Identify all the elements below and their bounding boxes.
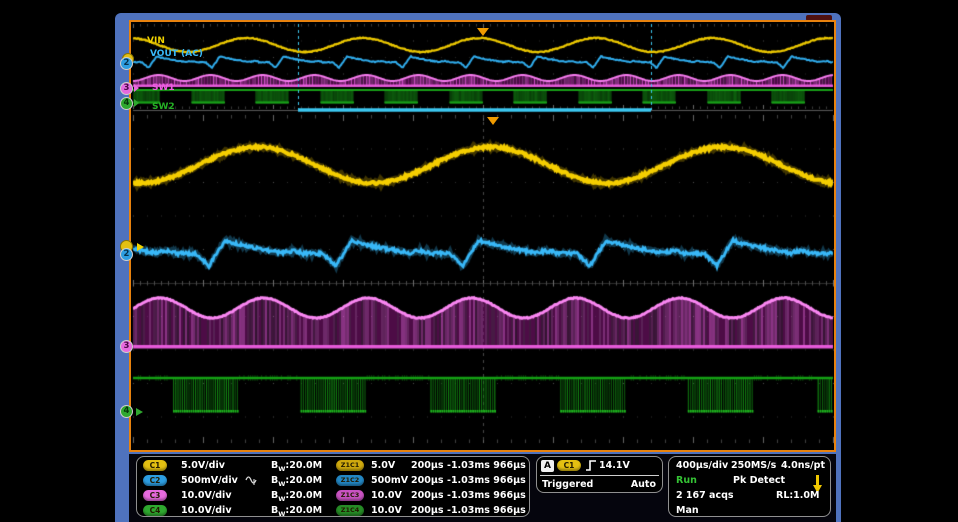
horizontal-mode: Man: [676, 505, 699, 516]
main-marker-ch4[interactable]: 4: [120, 405, 133, 418]
channel-bandwidth: BW:20.0M: [271, 490, 322, 505]
acq-mode: Pk Detect: [733, 475, 785, 486]
zoom-position: -1.03ms 966µs: [447, 505, 526, 516]
overview-marker-ch2[interactable]: 2: [120, 57, 133, 70]
channel-badge[interactable]: C1: [143, 460, 167, 471]
channel-scale: 10.0V/div: [181, 490, 232, 501]
ch1-position-arrow-icon: [137, 243, 144, 251]
trigger-settings-box[interactable]: A C1 14.1V Triggered Auto: [536, 456, 663, 493]
overview-label-vin: VIN: [147, 37, 165, 46]
zoom-scale: 10.0V: [371, 505, 402, 516]
channel-bandwidth: BW:20.0M: [271, 505, 322, 520]
overview-label-vout: VOUT (AC): [150, 50, 203, 59]
acq-count: 2 167 acqs: [676, 490, 734, 501]
rising-edge-icon: [585, 459, 597, 472]
ch3-overview-arrow-icon: [134, 84, 139, 92]
zoom-timebase: 200µs: [411, 505, 443, 516]
overview-marker-ch4[interactable]: 4: [120, 97, 133, 110]
screen: { "overview": { "labels": { "ch1": "VIN"…: [0, 0, 958, 522]
run-state: Run: [676, 475, 697, 486]
overview-label-sw2: SW2: [152, 103, 175, 112]
channel-badge[interactable]: C4: [143, 505, 167, 516]
channel-scale: 10.0V/div: [181, 505, 232, 516]
zoom-scale: 500mV: [371, 475, 408, 486]
trigger-a-badge: A: [541, 460, 554, 472]
zoom-channel-badge[interactable]: Z1C1: [336, 460, 364, 471]
trigger-box-divider: [540, 475, 659, 476]
zoom-position: -1.03ms 966µs: [447, 460, 526, 471]
resolution: 4.0ns/pt: [781, 460, 825, 471]
zoom-channel-badge[interactable]: Z1C2: [336, 475, 364, 486]
channel-bandwidth: BW:20.0M: [271, 475, 322, 490]
channel-scale: 5.0V/div: [181, 460, 225, 471]
zoom-timebase: 200µs: [411, 490, 443, 501]
main-marker-ch3[interactable]: 3: [120, 340, 133, 353]
zoom-position: -1.03ms 966µs: [447, 475, 526, 486]
ch4-overview-arrow-icon: [134, 99, 139, 107]
trigger-source-badge: C1: [557, 460, 581, 471]
trigger-mode: Auto: [631, 479, 656, 490]
ac-coupling-icon: [245, 475, 257, 487]
channel-settings-box[interactable]: C1 5.0V/div BW:20.0M Z1C1 5.0V 200µs -1.0…: [136, 456, 530, 517]
zoom-position: -1.03ms 966µs: [447, 490, 526, 501]
sample-rate: 250MS/s: [731, 460, 776, 471]
trigger-level: 14.1V: [599, 460, 630, 471]
trigger-status: Triggered: [542, 479, 593, 490]
overview-marker-ch3[interactable]: 3: [120, 82, 133, 95]
zoom-timebase: 200µs: [411, 475, 443, 486]
trigger-position-icon-main[interactable]: [487, 117, 499, 125]
status-bar: C1 5.0V/div BW:20.0M Z1C1 5.0V 200µs -1.0…: [129, 454, 836, 522]
channel-bandwidth: BW:20.0M: [271, 460, 322, 475]
channel-scale: 500mV/div: [181, 475, 238, 486]
record-length: RL:1.0M: [776, 490, 819, 501]
zoom-channel-badge[interactable]: Z1C3: [336, 490, 364, 501]
channel-badge[interactable]: C3: [143, 490, 167, 501]
zoom-scale: 5.0V: [371, 460, 395, 471]
zoom-channel-badge[interactable]: Z1C4: [336, 505, 364, 516]
ch4-position-arrow-icon: [136, 408, 143, 416]
waveform-canvas[interactable]: [131, 22, 834, 450]
scope-window: VIN VOUT (AC) SW1 SW2 2 3 4 2 3 4 C1 5.0…: [115, 13, 841, 522]
channel-badge[interactable]: C2: [143, 475, 167, 486]
timebase: 400µs/div: [676, 460, 728, 471]
zoom-timebase: 200µs: [411, 460, 443, 471]
overview-label-sw1: SW1: [152, 84, 175, 93]
trigger-position-icon-overview[interactable]: [477, 28, 489, 36]
zoom-scale: 10.0V: [371, 490, 402, 501]
waveform-display[interactable]: [129, 20, 836, 452]
horizontal-acq-box[interactable]: 400µs/div 250MS/s 4.0ns/pt Run Pk Detect…: [668, 456, 831, 517]
main-marker-ch2[interactable]: 2: [120, 248, 133, 261]
